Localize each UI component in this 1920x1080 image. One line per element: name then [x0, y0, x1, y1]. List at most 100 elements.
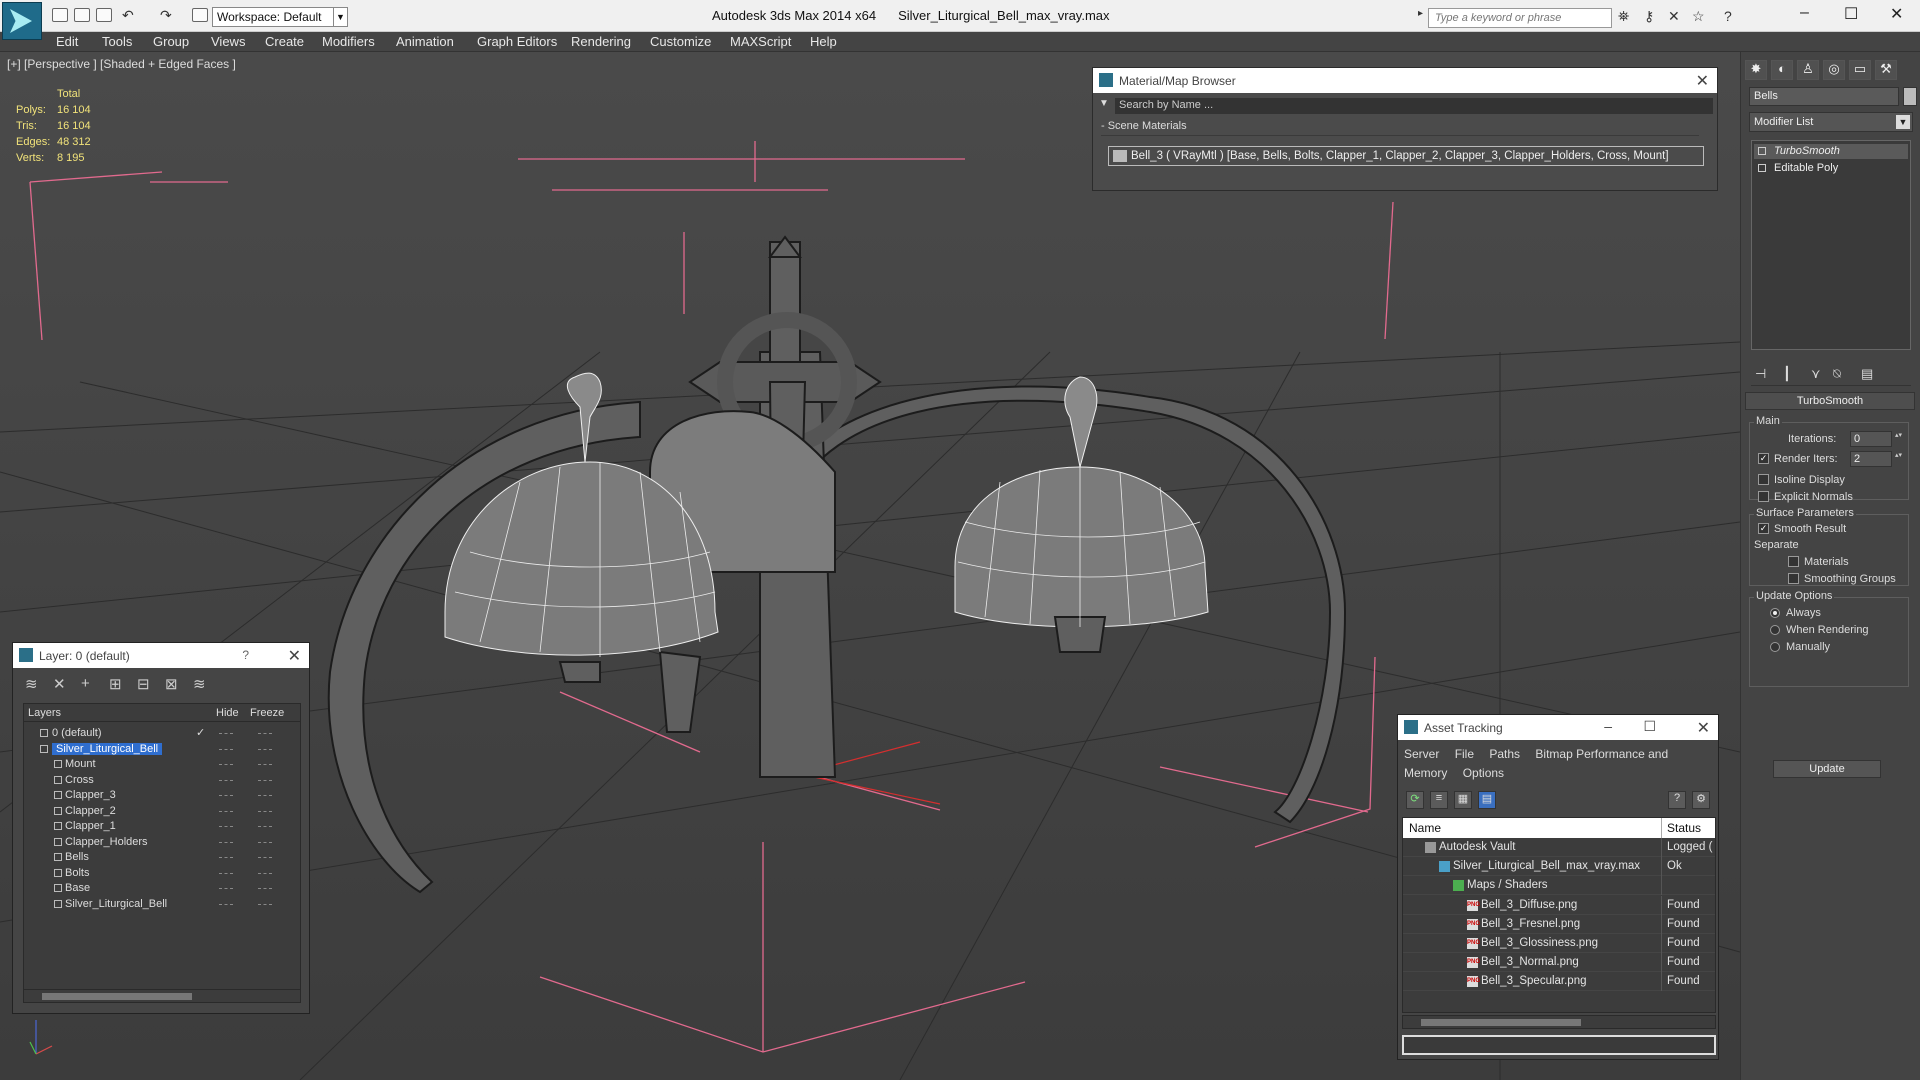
stack-item-turbosmooth[interactable]: TurboSmooth: [1754, 144, 1908, 159]
asset-row[interactable]: Autodesk Vault Logged (: [1403, 838, 1715, 857]
settings-icon[interactable]: ⚙: [1692, 791, 1710, 809]
layer-row[interactable]: Silver_Liturgical_Bell: [24, 895, 300, 914]
make-unique-icon[interactable]: ⋎: [1811, 366, 1821, 382]
undo-icon[interactable]: ↶: [122, 7, 134, 24]
maximize-button[interactable]: ☐: [1643, 718, 1656, 735]
freeze-toggle[interactable]: [258, 841, 272, 843]
create-tab-icon[interactable]: ✸: [1745, 60, 1767, 80]
modify-tab-icon[interactable]: ◐: [1771, 60, 1793, 80]
pin-stack-icon[interactable]: ⊣: [1755, 366, 1766, 382]
help-pin-icon[interactable]: ?: [1668, 791, 1686, 809]
menu-graph-editors[interactable]: Graph Editors: [477, 34, 557, 49]
when-rendering-radio[interactable]: [1770, 625, 1780, 635]
current-layer-check-icon[interactable]: ✓: [196, 726, 205, 739]
workspace-dropdown[interactable]: Workspace: Default ▼: [212, 7, 348, 27]
render-iters-checkbox[interactable]: ✓: [1758, 453, 1769, 464]
utilities-tab-icon[interactable]: ⚒: [1875, 60, 1897, 80]
menu-help[interactable]: Help: [810, 34, 837, 49]
refresh-icon[interactable]: ⟳: [1406, 791, 1424, 809]
bell-model[interactable]: [327, 235, 1347, 894]
hide-toggle[interactable]: [219, 779, 233, 781]
material-item[interactable]: Bell_3 ( VRayMtl ) [Base, Bells, Bolts, …: [1108, 146, 1704, 166]
close-icon[interactable]: ✕: [288, 646, 301, 666]
keyword-search-input[interactable]: Type a keyword or phrase: [1428, 8, 1612, 28]
asset-menu-server[interactable]: Server: [1404, 747, 1439, 761]
display-tab-icon[interactable]: ▭: [1849, 60, 1871, 80]
scrollbar-thumb[interactable]: [1421, 1019, 1581, 1026]
save-file-icon[interactable]: [96, 8, 112, 22]
freeze-toggle[interactable]: [258, 764, 272, 765]
layer-horizontal-scrollbar[interactable]: [23, 989, 301, 1003]
asset-path-field[interactable]: [1402, 1035, 1716, 1055]
modifier-list-dropdown[interactable]: Modifier List ▼: [1749, 112, 1913, 132]
stack-item-editable-poly[interactable]: Editable Poly: [1754, 161, 1908, 176]
iterations-spinner[interactable]: 0: [1850, 431, 1903, 447]
highlight-layer-icon[interactable]: ⊟: [137, 675, 150, 693]
list-view-icon[interactable]: ≡: [1430, 791, 1448, 809]
close-button[interactable]: ✕: [1890, 4, 1903, 24]
always-radio[interactable]: [1770, 608, 1780, 618]
material-browser-titlebar[interactable]: Material/Map Browser ✕: [1093, 68, 1717, 93]
hide-toggle[interactable]: [219, 748, 233, 750]
app-menu-button[interactable]: [2, 2, 42, 40]
menu-create[interactable]: Create: [265, 34, 304, 49]
hide-layer-icon[interactable]: ⊠: [165, 675, 178, 693]
object-name-field[interactable]: Bells: [1749, 87, 1899, 106]
freeze-toggle[interactable]: [258, 795, 272, 796]
maximize-button[interactable]: ☐: [1844, 4, 1858, 24]
asset-menu-options[interactable]: Options: [1463, 766, 1504, 780]
binoculars-icon[interactable]: ⛯: [1618, 8, 1629, 25]
layer-stack-icon[interactable]: ≋: [25, 675, 38, 693]
render-iters-spinner[interactable]: 2: [1850, 451, 1903, 467]
scrollbar-thumb[interactable]: [42, 993, 192, 1000]
close-icon[interactable]: ✕: [1696, 71, 1709, 91]
asset-menu-file[interactable]: File: [1455, 747, 1474, 761]
material-search-input[interactable]: Search by Name ...: [1115, 98, 1713, 114]
close-icon[interactable]: ✕: [1697, 718, 1710, 738]
motion-tab-icon[interactable]: ◎: [1823, 60, 1845, 80]
help-icon[interactable]: ?: [1724, 8, 1732, 24]
freeze-toggle[interactable]: [258, 872, 272, 874]
hide-toggle[interactable]: [219, 888, 233, 889]
asset-menu-bitmap[interactable]: Bitmap Performance and Memory: [1404, 747, 1668, 780]
select-layer-icon[interactable]: ⊞: [109, 675, 122, 693]
hide-toggle[interactable]: [219, 872, 233, 874]
table-view-icon[interactable]: ▦: [1454, 791, 1472, 809]
remove-modifier-icon[interactable]: ⍉: [1833, 366, 1841, 382]
freeze-toggle[interactable]: [258, 733, 272, 734]
hide-toggle[interactable]: [219, 733, 233, 734]
hide-toggle[interactable]: [219, 857, 233, 858]
configure-sets-icon[interactable]: ▤: [1861, 366, 1873, 382]
asset-row[interactable]: PNG Bell_3_Diffuse.png Found: [1403, 895, 1715, 915]
grid-view-icon[interactable]: ▤: [1478, 791, 1496, 809]
menu-edit[interactable]: Edit: [56, 34, 78, 49]
isoline-checkbox[interactable]: [1758, 474, 1769, 485]
asset-row[interactable]: Silver_Liturgical_Bell_max_vray.max Ok: [1403, 857, 1715, 877]
asset-row[interactable]: PNG Bell_3_Normal.png Found: [1403, 953, 1715, 973]
asset-row[interactable]: Maps / Shaders: [1403, 876, 1715, 896]
hide-toggle[interactable]: [219, 810, 233, 812]
explicit-normals-checkbox[interactable]: [1758, 491, 1769, 502]
layer-explorer-titlebar[interactable]: Layer: 0 (default) ? ✕: [13, 643, 309, 668]
delete-layer-icon[interactable]: ✕: [53, 675, 66, 693]
freeze-toggle[interactable]: [258, 748, 272, 750]
column-divider[interactable]: [1661, 818, 1662, 838]
materials-checkbox[interactable]: [1788, 556, 1799, 567]
asset-menu-paths[interactable]: Paths: [1489, 747, 1520, 761]
hide-toggle[interactable]: [219, 841, 233, 843]
search-expand-icon[interactable]: ▸: [1418, 8, 1423, 19]
help-icon[interactable]: ?: [242, 648, 249, 662]
smooth-result-checkbox[interactable]: ✓: [1758, 523, 1769, 534]
new-file-icon[interactable]: [52, 8, 68, 22]
add-layer-icon[interactable]: +: [81, 675, 90, 692]
hierarchy-tab-icon[interactable]: ♙: [1797, 60, 1819, 80]
freeze-toggle[interactable]: [258, 826, 272, 827]
hide-toggle[interactable]: [219, 795, 233, 796]
key-icon[interactable]: ⚷: [1644, 8, 1654, 25]
minimize-button[interactable]: –: [1604, 718, 1612, 734]
exchange-icon[interactable]: ✕: [1668, 8, 1680, 25]
freeze-toggle[interactable]: [258, 857, 272, 858]
freeze-toggle[interactable]: [258, 903, 272, 905]
menu-rendering[interactable]: Rendering: [571, 34, 631, 49]
menu-maxscript[interactable]: MAXScript: [730, 34, 791, 49]
